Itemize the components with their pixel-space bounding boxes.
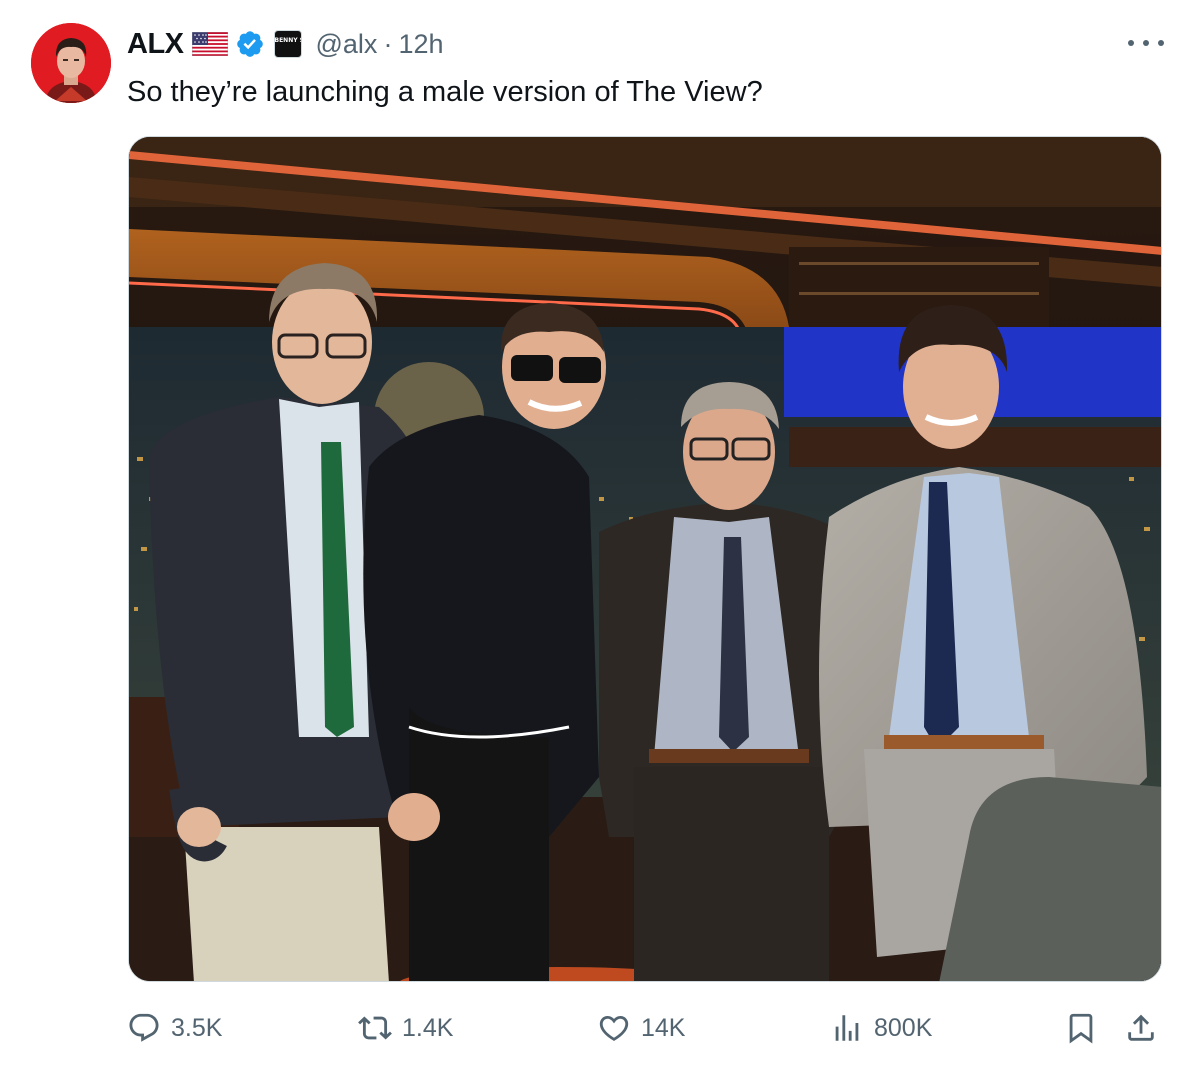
reply-button[interactable]: 3.5K <box>127 1000 222 1056</box>
reply-count: 3.5K <box>171 1013 223 1042</box>
views-button[interactable]: 800K <box>830 1000 932 1056</box>
avatar[interactable] <box>31 23 111 103</box>
timestamp[interactable]: 12h <box>398 29 443 60</box>
share-icon <box>1128 1014 1154 1041</box>
repost-count: 1.4K <box>402 1013 454 1042</box>
avatar-image <box>31 23 111 103</box>
verified-badge-icon[interactable] <box>235 29 265 59</box>
tweet-photo[interactable] <box>128 136 1162 982</box>
bookmark-icon <box>1069 1013 1093 1044</box>
display-name[interactable]: ALX <box>127 28 184 61</box>
tweet[interactable]: ALX BENNY @alx · 12h So they’re launchin… <box>0 0 1196 1070</box>
more-options-button[interactable] <box>1128 28 1164 58</box>
reply-icon <box>129 1013 159 1042</box>
tweet-header: ALX BENNY @alx · 12h <box>127 24 444 64</box>
share-button[interactable] <box>1124 1000 1158 1056</box>
like-count: 14K <box>641 1013 686 1042</box>
action-bar: 3.5K 1.4K 14K 800K <box>0 1000 1196 1056</box>
bookmark-button[interactable] <box>1064 1000 1098 1056</box>
photo-scene <box>129 137 1161 981</box>
affiliate-badge[interactable]: BENNY SHOW <box>273 30 302 58</box>
tweet-text: So they’re launching a male version of T… <box>127 76 763 108</box>
affiliate-badge-text: BENNY SHOW <box>274 37 301 44</box>
us-flag-icon <box>191 31 228 57</box>
retweet-icon <box>358 1016 392 1040</box>
like-button[interactable]: 14K <box>597 1000 685 1056</box>
views-icon <box>835 1015 859 1041</box>
views-count: 800K <box>874 1013 933 1042</box>
separator: · <box>383 28 393 59</box>
handle[interactable]: @alx <box>316 29 378 60</box>
more-horizontal-icon <box>1128 40 1134 46</box>
heart-icon <box>599 1015 629 1041</box>
repost-button[interactable]: 1.4K <box>358 1000 453 1056</box>
